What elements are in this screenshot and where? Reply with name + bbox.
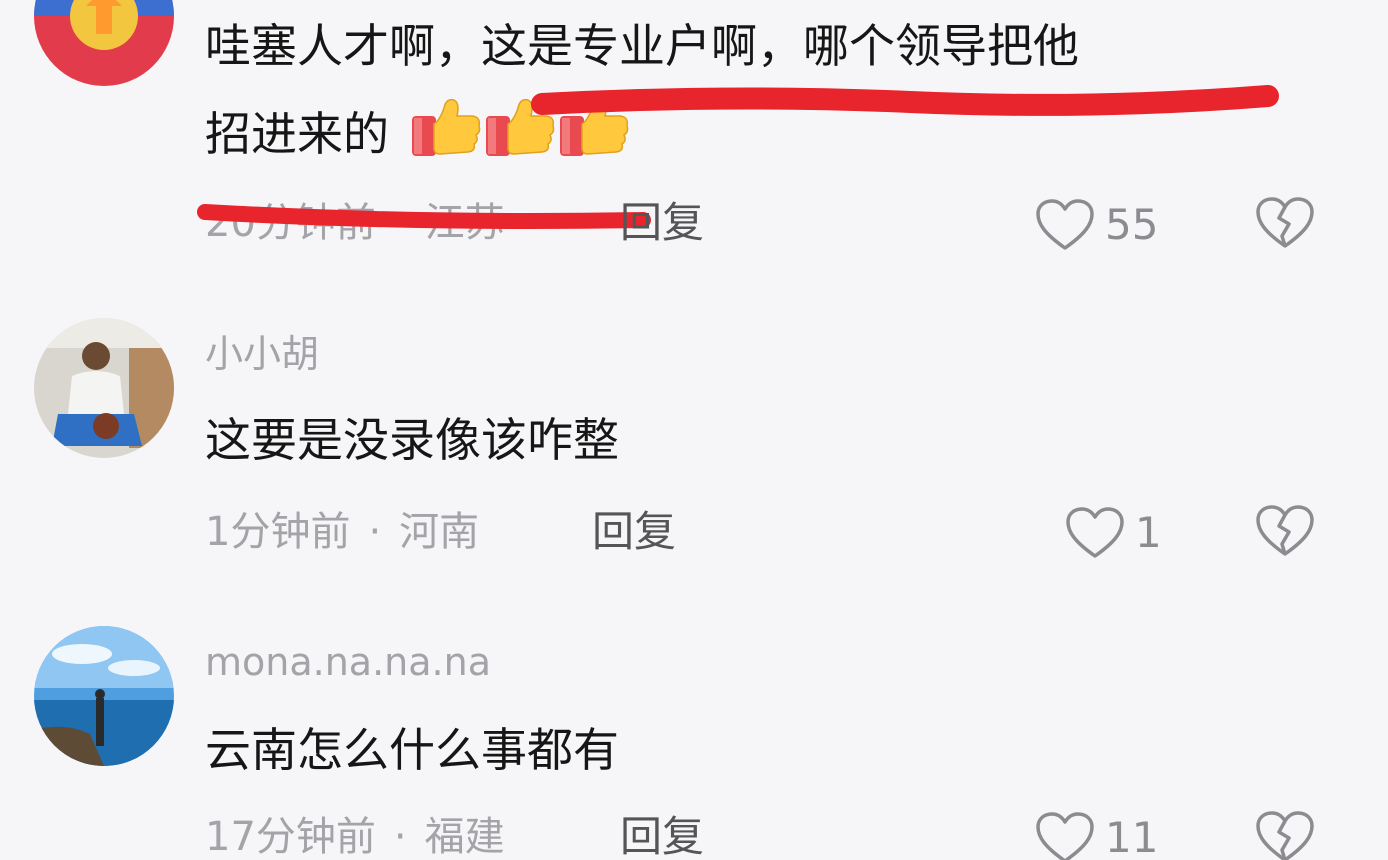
dislike-button[interactable] — [1255, 504, 1315, 562]
comment-location: 福建 — [424, 814, 505, 860]
comment-time: 20分钟前 — [205, 200, 376, 246]
avatar[interactable] — [34, 0, 174, 86]
comment-meta: 17分钟前 · 福建 — [205, 812, 505, 860]
like-button[interactable]: 11 — [1035, 811, 1158, 860]
reply-button[interactable]: 回复 — [620, 198, 704, 248]
comment-location: 河南 — [399, 509, 480, 555]
annotation-underline — [531, 85, 1279, 116]
dislike-button[interactable] — [1255, 196, 1315, 254]
comment-text: 哇塞人才啊，这是专业户啊，哪个领导把他 — [205, 10, 1079, 82]
like-button[interactable]: 55 — [1035, 198, 1158, 252]
heart-outline-icon — [1036, 199, 1094, 250]
comment-list: 哇塞人才啊，这是专业户啊，哪个领导把他 招进来的 20分钟前 · 江苏 回复 5… — [0, 0, 1388, 860]
comment-text: 云南怎么什么事都有 — [205, 723, 619, 777]
thumbs-up-emoji-icon — [559, 98, 628, 156]
comment-location: 江苏 — [424, 200, 505, 246]
reply-button[interactable]: 回复 — [592, 507, 676, 557]
comment-meta: 20分钟前 · 江苏 — [205, 198, 505, 248]
emoji-row — [410, 94, 632, 180]
comment-text: 招进来的 — [205, 94, 632, 180]
dislike-button[interactable] — [1255, 810, 1315, 860]
avatar[interactable] — [34, 626, 174, 766]
broken-heart-icon — [1256, 197, 1314, 248]
username[interactable]: 小小胡 — [205, 332, 319, 376]
broken-heart-icon — [1256, 811, 1314, 860]
comment-meta: 1分钟前 · 河南 — [205, 507, 479, 557]
comment-text: 这要是没录像该咋整 — [205, 413, 619, 467]
like-button[interactable]: 1 — [1065, 506, 1162, 560]
like-count: 55 — [1105, 200, 1159, 249]
heart-outline-icon — [1036, 812, 1094, 860]
username[interactable]: mona.na.na.na — [205, 640, 491, 684]
thumbs-up-emoji-icon — [411, 98, 480, 156]
meta-separator: · — [368, 509, 382, 555]
comment-text-line: 招进来的 — [205, 107, 389, 161]
heart-outline-icon — [1066, 507, 1124, 558]
avatar[interactable] — [34, 318, 174, 458]
meta-separator: · — [393, 814, 407, 860]
comment-text-line: 哇塞人才啊，这是专业户啊，哪个领导把他 — [205, 19, 1079, 73]
reply-button[interactable]: 回复 — [620, 812, 704, 860]
thumbs-up-emoji-icon — [485, 98, 554, 156]
comment-time: 1分钟前 — [205, 509, 351, 555]
meta-separator: · — [393, 200, 407, 246]
like-count: 11 — [1105, 813, 1159, 860]
comment-time: 17分钟前 — [205, 814, 376, 860]
like-count: 1 — [1135, 508, 1162, 557]
broken-heart-icon — [1256, 505, 1314, 556]
